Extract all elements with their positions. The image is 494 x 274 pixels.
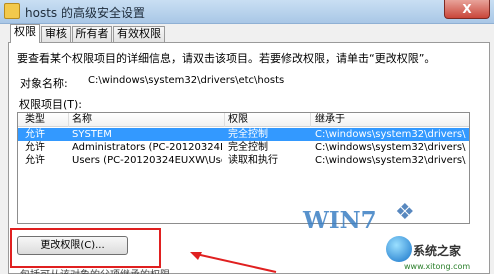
site-logo-icon [386,236,412,262]
row-inherited-from: C:\windows\system32\drivers\ [315,155,466,166]
windows-logo-icon: ❖ [395,200,415,225]
window-title: hosts 的高级安全设置 [25,6,145,20]
row-type: 允许 [25,129,45,140]
tab-effective-permissions[interactable]: 有效权限 [113,26,165,42]
object-name-value: C:\windows\system32\drivers\etc\hosts [88,75,285,86]
list-row[interactable]: 允许 SYSTEM 完全控制 C:\windows\system32\drive… [18,128,469,141]
tab-permissions[interactable]: 权限 [10,24,40,43]
row-name: SYSTEM [72,129,112,140]
column-separator [310,113,311,127]
title-bar: hosts 的高级安全设置 X [0,0,494,24]
site-name-watermark: 系统之家 [413,242,462,259]
object-name-label: 对象名称: [20,77,68,90]
row-permission: 完全控制 [228,142,268,153]
list-row[interactable]: 允许 Administrators (PC-20120324E... 完全控制 … [18,141,469,154]
tab-owner[interactable]: 所有者 [72,26,112,42]
column-separator [68,113,69,127]
list-header: 类型 名称 权限 继承于 [18,113,469,127]
tab-auditing[interactable]: 审核 [41,26,71,42]
annotation-arrow-icon [190,252,277,273]
list-row[interactable]: 允许 Users (PC-20120324EUXW\Users) 读取和执行 C… [18,154,469,167]
row-inherited-from: C:\windows\system32\drivers\ [315,129,466,140]
inherit-permissions-text: 包括可从该对象的父项继承的权限 [20,266,170,274]
info-text: 要查看某个权限项目的详细信息，请双击该项目。若要修改权限，请单击“更改权限”。 [17,52,436,65]
column-separator [224,113,225,127]
row-permission: 完全控制 [228,129,268,140]
row-inherited-from: C:\windows\system32\drivers\ [315,142,466,153]
folder-icon [4,3,20,19]
annotation-highlight-box [10,228,161,268]
permission-entries-label: 权限项目(T): [19,98,83,111]
column-header-inherited-from[interactable]: 继承于 [315,113,345,126]
column-header-permission[interactable]: 权限 [228,113,248,126]
win7-watermark: WIN7 [303,207,377,234]
column-header-name[interactable]: 名称 [72,113,92,126]
close-button[interactable]: X [444,0,490,19]
row-permission: 读取和执行 [228,155,278,166]
row-type: 允许 [25,155,45,166]
column-header-type[interactable]: 类型 [25,113,45,126]
row-name: Administrators (PC-20120324E... [72,142,222,153]
site-url-watermark: www.xitong.com [404,262,471,271]
row-type: 允许 [25,142,45,153]
tab-bar: 权限 审核 所有者 有效权限 [8,24,488,43]
row-name: Users (PC-20120324EUXW\Users) [72,155,222,166]
